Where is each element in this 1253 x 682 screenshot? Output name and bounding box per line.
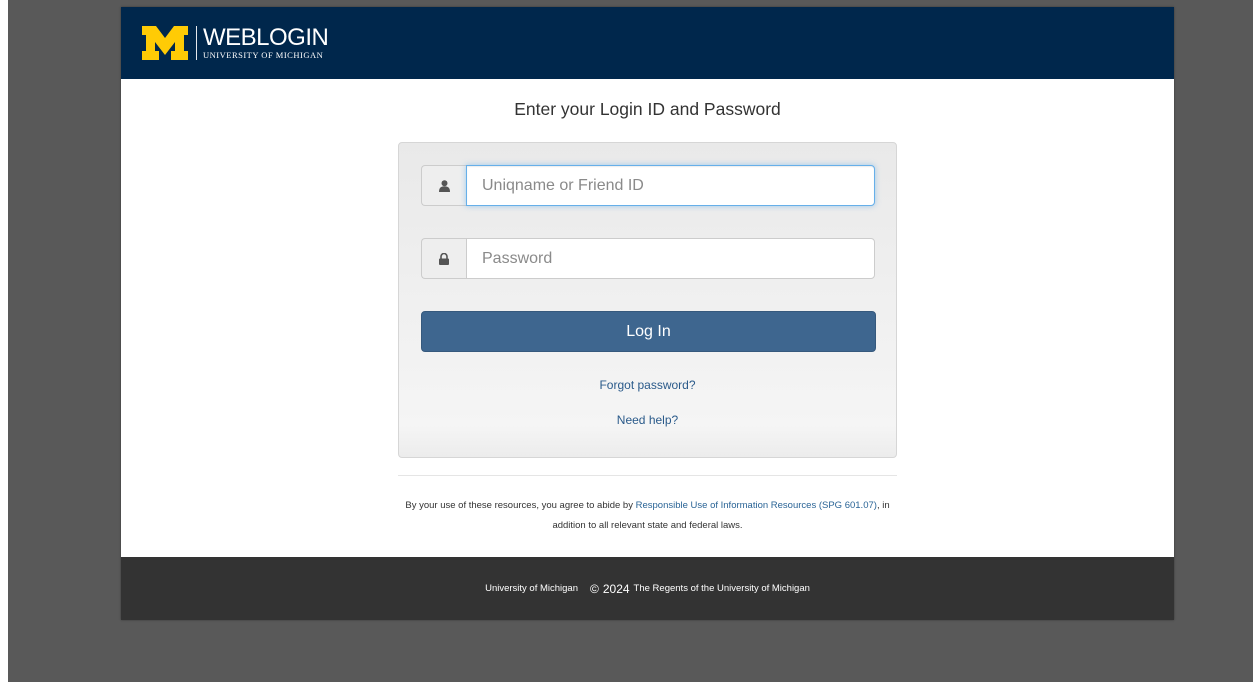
- logo-divider: [196, 26, 197, 60]
- window-edge: [0, 0, 8, 682]
- block-m-logo-icon: [142, 26, 188, 60]
- login-form: Log In Forgot password? Need help?: [398, 142, 897, 458]
- responsible-use-link[interactable]: Responsible Use of Information Resources…: [636, 500, 877, 511]
- footer-rights: The Regents of the University of Michiga…: [633, 583, 810, 594]
- university-name: UNIVERSITY OF MICHIGAN: [203, 49, 324, 60]
- site-header: WEBLOGIN UNIVERSITY OF MICHIGAN: [121, 7, 1174, 79]
- copyright-icon: ©: [590, 581, 599, 596]
- wordmark: WEBLOGIN UNIVERSITY OF MICHIGAN: [203, 23, 329, 60]
- copyright-year: 2024: [602, 581, 630, 596]
- lock-icon: [421, 238, 466, 279]
- forgot-password-link[interactable]: Forgot password?: [399, 378, 896, 392]
- weblogin-logo[interactable]: WEBLOGIN UNIVERSITY OF MICHIGAN: [142, 22, 329, 64]
- password-input[interactable]: [466, 238, 875, 279]
- disclaimer-text-before: By your use of these resources, you agre…: [405, 500, 636, 511]
- page-title: Enter your Login ID and Password: [514, 99, 781, 119]
- footer-org: University of Michigan: [485, 583, 578, 594]
- username-input[interactable]: [466, 165, 875, 206]
- login-button[interactable]: Log In: [421, 311, 876, 352]
- password-group: [421, 238, 875, 279]
- user-icon: [421, 165, 466, 206]
- need-help-link[interactable]: Need help?: [399, 413, 896, 427]
- weblogin-wordmark: WEBLOGIN: [203, 23, 329, 51]
- username-group: [421, 165, 875, 206]
- site-footer: University of Michigan © 2024 The Regent…: [121, 557, 1174, 620]
- login-page: WEBLOGIN UNIVERSITY OF MICHIGAN Enter yo…: [121, 7, 1174, 620]
- section-divider: [398, 475, 897, 476]
- usage-disclaimer: By your use of these resources, you agre…: [398, 496, 897, 536]
